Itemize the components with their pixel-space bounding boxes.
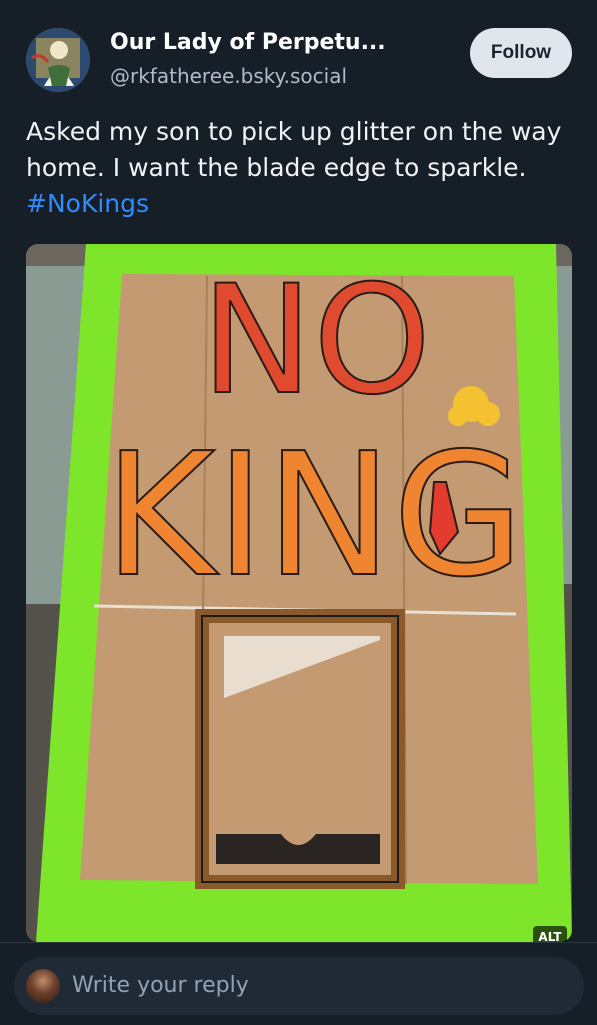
reply-placeholder: Write your reply bbox=[72, 973, 249, 998]
hashtag-link[interactable]: #NoKings bbox=[26, 189, 149, 218]
author-handle[interactable]: @rkfatheree.bsky.social bbox=[110, 64, 347, 88]
reply-bar: Write your reply bbox=[0, 942, 597, 1025]
post-card: Our Lady of Perpetu... @rkfatheree.bsky.… bbox=[0, 0, 597, 1025]
sign-line-2: KING bbox=[104, 417, 525, 615]
reply-input[interactable]: Write your reply bbox=[14, 957, 584, 1015]
sign-line-1: NO bbox=[201, 254, 431, 428]
sign-image: NO KING bbox=[26, 244, 572, 942]
reply-avatar-icon bbox=[26, 969, 60, 1003]
author-name[interactable]: Our Lady of Perpetu... bbox=[110, 30, 386, 55]
post-text: Asked my son to pick up glitter on the w… bbox=[26, 114, 576, 222]
post-body: Asked my son to pick up glitter on the w… bbox=[26, 117, 562, 182]
post-image[interactable]: NO KING bbox=[26, 244, 572, 942]
avatar-icon bbox=[26, 28, 90, 92]
author-avatar[interactable] bbox=[26, 28, 90, 92]
follow-button[interactable]: Follow bbox=[470, 28, 572, 78]
